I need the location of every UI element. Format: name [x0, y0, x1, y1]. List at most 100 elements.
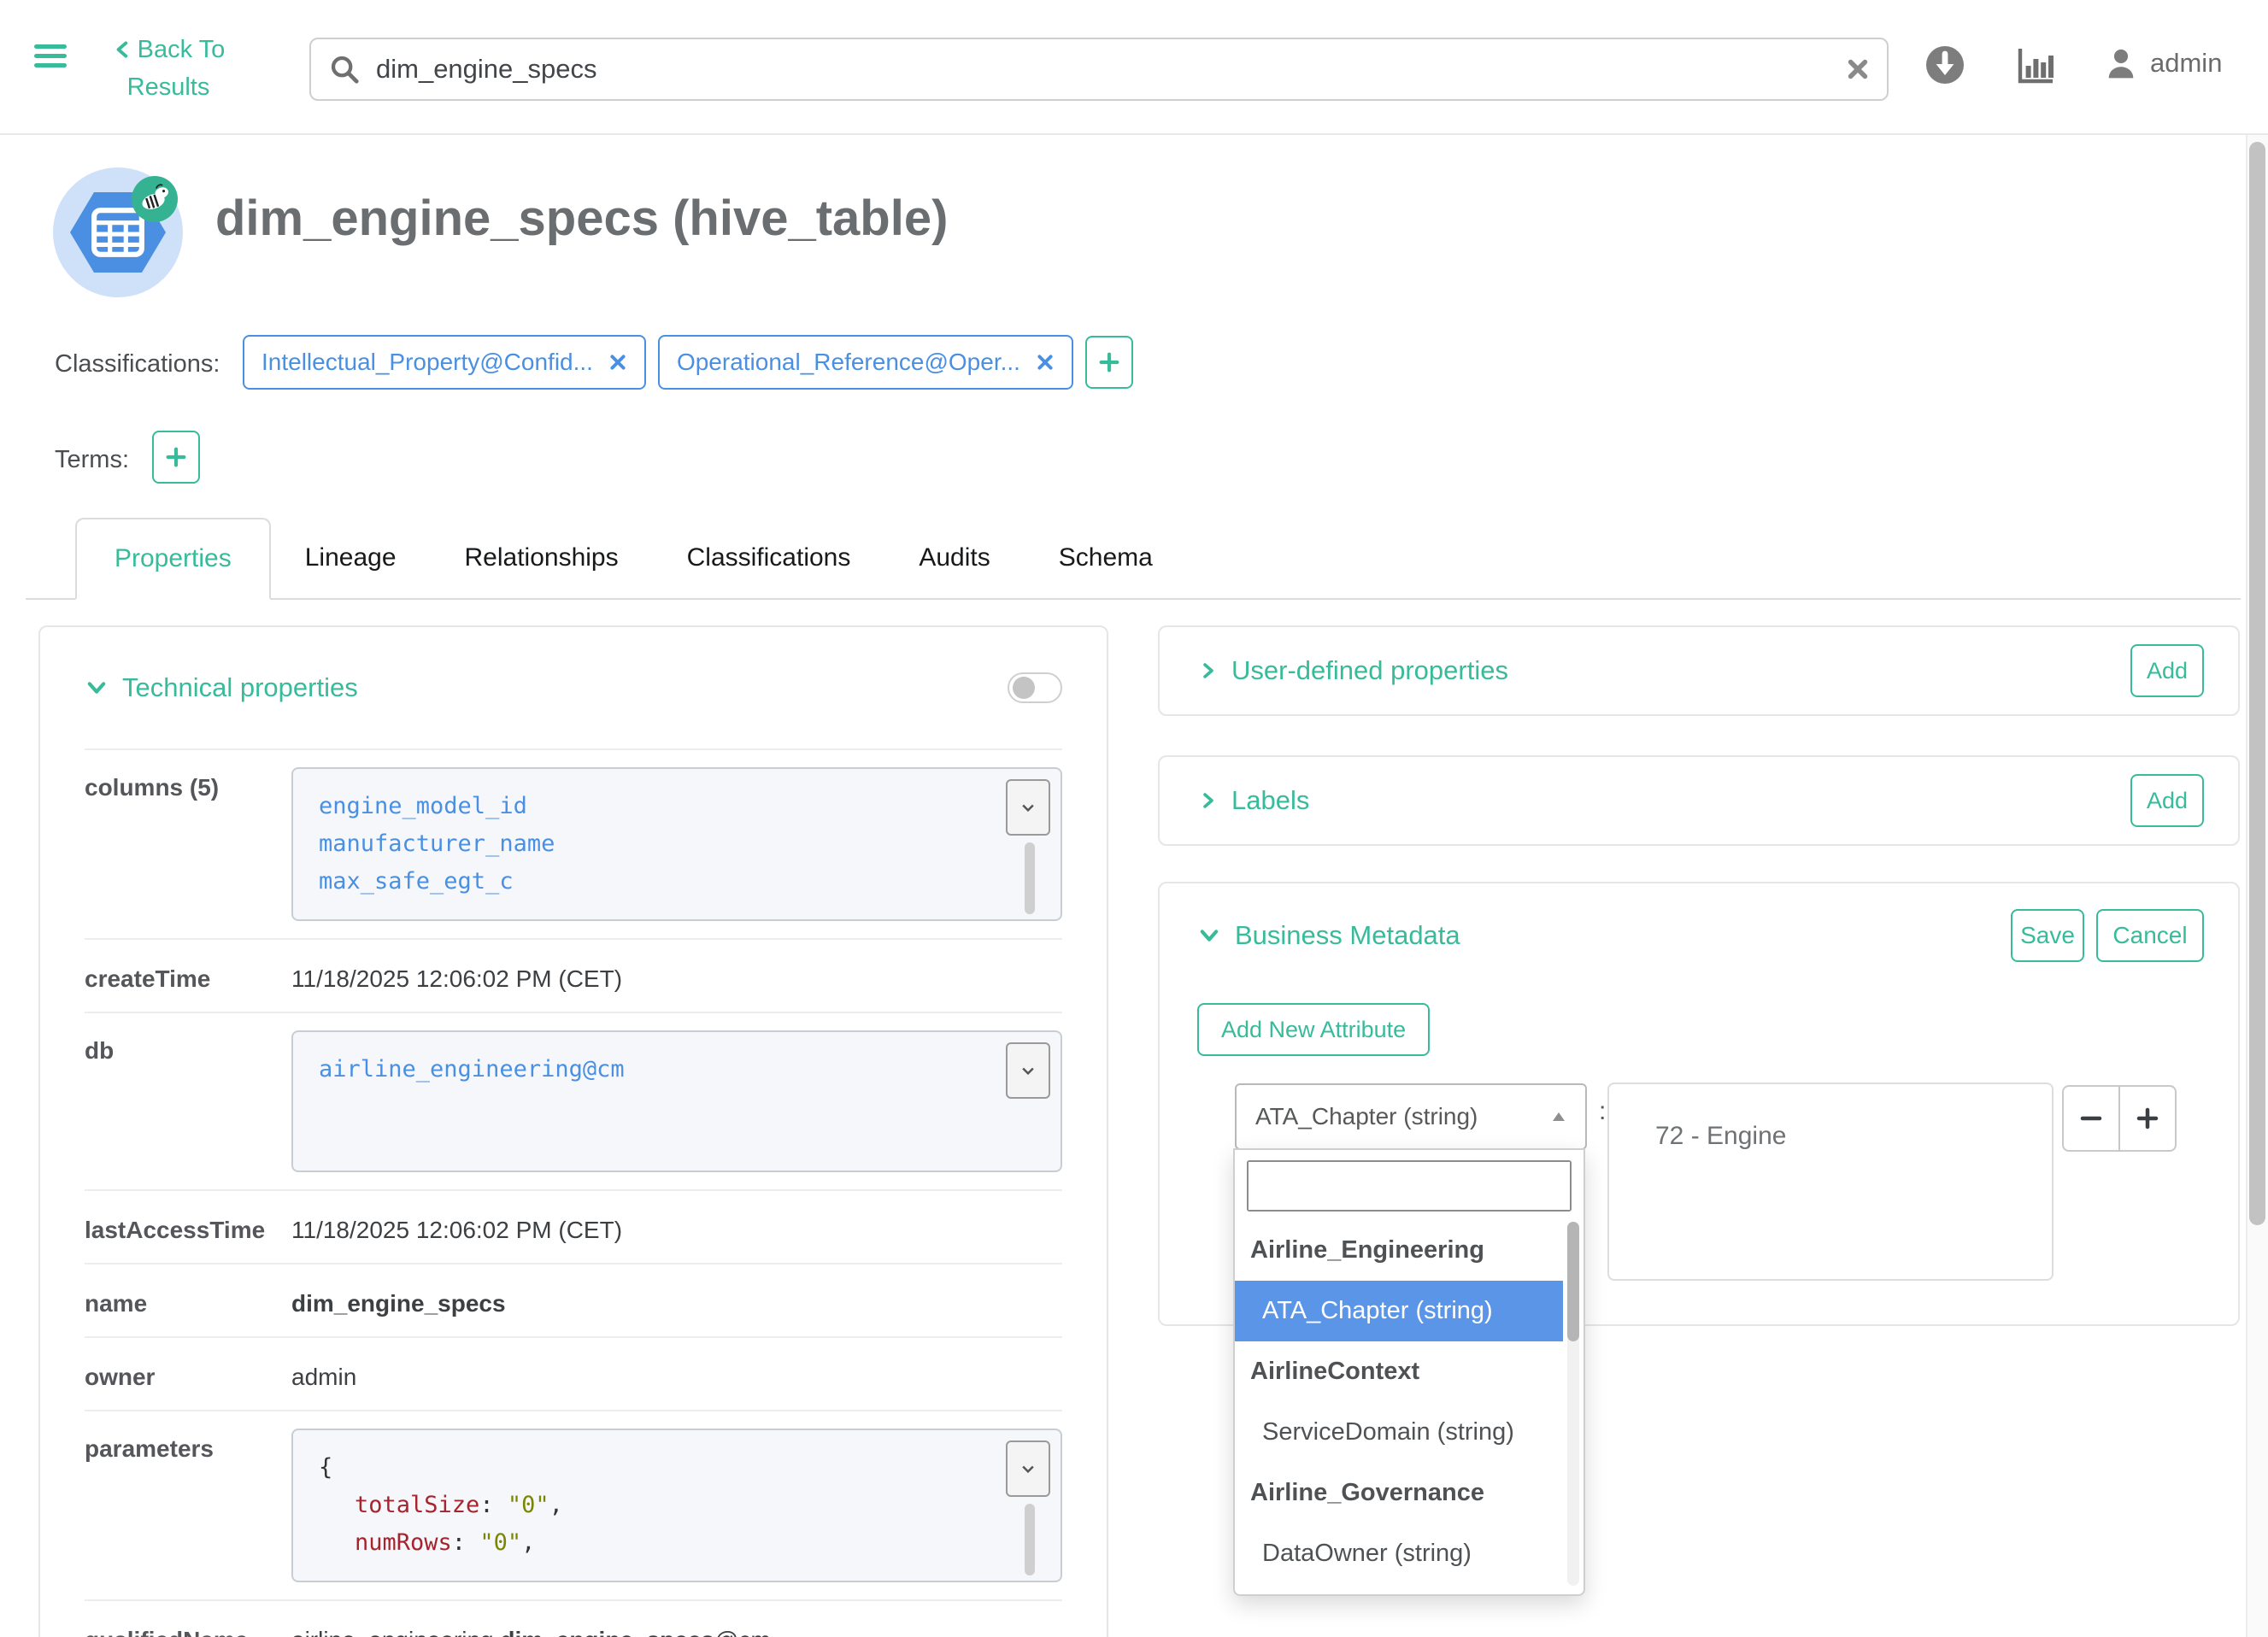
column-link[interactable]: max_safe_egt_c — [319, 863, 1035, 901]
page-title: dim_engine_specs (hive_table) — [215, 190, 948, 247]
remove-classification-icon[interactable] — [608, 353, 627, 372]
column-link[interactable]: manufacturer_name — [319, 825, 1035, 863]
page-scrollbar-thumb[interactable] — [2249, 142, 2265, 1225]
back-chevron-icon — [112, 37, 134, 62]
tab-properties[interactable]: Properties — [75, 518, 271, 600]
property-key: parameters — [85, 1429, 291, 1463]
expand-button[interactable] — [1006, 779, 1050, 836]
search-input[interactable] — [374, 53, 1846, 85]
dropdown-group-label: Airline_Engineering — [1235, 1220, 1583, 1281]
search-icon — [328, 53, 361, 85]
tab-bar: Properties Lineage Relationships Classif… — [26, 518, 2241, 600]
user-defined-properties-panel: User-defined properties Add — [1158, 625, 2240, 716]
classifications-label: Classifications: — [55, 350, 220, 378]
add-label-button[interactable]: Add — [2130, 774, 2204, 827]
back-link-line1: Back To — [138, 31, 226, 68]
dropdown-scrollbar[interactable] — [1567, 1222, 1579, 1586]
back-to-results-link[interactable]: Back To Results — [96, 31, 241, 106]
db-link[interactable]: airline_engineering@cm — [319, 1051, 1035, 1088]
top-bar: Back To Results admin — [0, 0, 2268, 135]
expand-button[interactable] — [1006, 1440, 1050, 1497]
user-menu[interactable]: admin — [2102, 44, 2222, 82]
json-open-brace: { — [319, 1449, 1035, 1487]
add-attribute-button[interactable] — [2118, 1085, 2177, 1152]
dropdown-option[interactable]: DataOwner (string) — [1235, 1523, 1583, 1584]
back-link-line2: Results — [127, 73, 210, 101]
property-key: name — [85, 1283, 291, 1317]
technical-properties-panel: Technical properties columns (5) engine_… — [38, 625, 1108, 1637]
property-value: 11/18/2025 12:06:02 PM (CET) — [291, 1210, 1062, 1244]
property-key: qualifiedName — [85, 1620, 291, 1637]
remove-classification-icon[interactable] — [1036, 353, 1055, 372]
section-title[interactable]: Labels — [1231, 785, 1309, 816]
attribute-value-box[interactable]: 72 - Engine — [1607, 1083, 2054, 1281]
attribute-dropdown: Airline_Engineering ATA_Chapter (string)… — [1233, 1148, 1585, 1596]
section-title[interactable]: Business Metadata — [1235, 920, 1460, 951]
property-key: lastAccessTime — [85, 1210, 291, 1244]
property-row-db: db airline_engineering@cm — [85, 1013, 1062, 1191]
section-title: Technical properties — [122, 672, 358, 703]
classification-tag-label: Intellectual_Property@Confid... — [261, 349, 593, 376]
show-empty-values-toggle[interactable] — [1008, 672, 1062, 703]
columns-scrollbar[interactable] — [1025, 842, 1035, 907]
search-box — [309, 38, 1889, 101]
expand-button[interactable] — [1006, 1042, 1050, 1099]
classification-tag-label: Operational_Reference@Oper... — [677, 349, 1020, 376]
dropdown-option[interactable]: ServiceDomain (string) — [1235, 1402, 1583, 1463]
dropdown-group-label: Airline_Governance — [1235, 1463, 1583, 1523]
tab-relationships[interactable]: Relationships — [431, 518, 653, 598]
property-key: columns (5) — [85, 767, 291, 801]
dropdown-option-selected[interactable]: ATA_Chapter (string) — [1235, 1281, 1563, 1341]
parameters-value-box: { totalSize: "0", numRows: "0", — [291, 1429, 1062, 1582]
technical-properties-header[interactable]: Technical properties — [85, 627, 1062, 750]
attribute-filter-input[interactable] — [1249, 1162, 1570, 1210]
add-new-attribute-button[interactable]: Add New Attribute — [1197, 1003, 1430, 1056]
classification-tag[interactable]: Operational_Reference@Oper... — [658, 335, 1073, 390]
classification-tags: Intellectual_Property@Confid... Operatio… — [243, 335, 1133, 390]
parameters-scrollbar[interactable] — [1025, 1504, 1035, 1569]
user-icon — [2102, 44, 2140, 82]
dropdown-group-label: AirlineContext — [1235, 1341, 1583, 1402]
classification-tag[interactable]: Intellectual_Property@Confid... — [243, 335, 646, 390]
tab-lineage[interactable]: Lineage — [271, 518, 431, 598]
add-term-button[interactable] — [152, 431, 200, 484]
entity-type-icon — [53, 167, 183, 297]
add-classification-button[interactable] — [1085, 336, 1133, 389]
json-line: totalSize: "0", — [319, 1487, 1035, 1524]
columns-value-box: engine_model_id manufacturer_name max_sa… — [291, 767, 1062, 921]
clear-search-icon[interactable] — [1846, 57, 1870, 81]
save-button[interactable]: Save — [2011, 909, 2084, 962]
page-scrollbar[interactable] — [2246, 135, 2268, 1637]
tab-schema[interactable]: Schema — [1025, 518, 1187, 598]
add-user-defined-property-button[interactable]: Add — [2130, 644, 2204, 697]
hive-badge-icon — [132, 176, 178, 222]
cancel-button[interactable]: Cancel — [2096, 909, 2204, 962]
json-line: numRows: "0", — [319, 1524, 1035, 1562]
download-icon[interactable] — [1924, 44, 1965, 90]
chevron-right-icon[interactable] — [1197, 659, 1218, 683]
attribute-select[interactable]: ATA_Chapter (string) — [1235, 1083, 1587, 1150]
caret-up-icon — [1551, 1111, 1566, 1123]
property-key: db — [85, 1030, 291, 1065]
username: admin — [2150, 48, 2222, 79]
property-row-lastAccessTime: lastAccessTime 11/18/2025 12:06:02 PM (C… — [85, 1191, 1062, 1264]
section-title[interactable]: User-defined properties — [1231, 655, 1508, 686]
property-row-qualifiedName: qualifiedName airline_engineering.dim_en… — [85, 1601, 1062, 1637]
terms-label: Terms: — [55, 446, 129, 474]
statistics-icon[interactable] — [2013, 44, 2056, 90]
chevron-down-icon[interactable] — [1197, 924, 1221, 948]
property-row-owner: owner admin — [85, 1338, 1062, 1411]
chevron-right-icon[interactable] — [1197, 789, 1218, 813]
tab-audits[interactable]: Audits — [884, 518, 1024, 598]
property-value: 11/18/2025 12:06:02 PM (CET) — [291, 959, 1062, 993]
hamburger-menu-icon[interactable] — [34, 44, 67, 67]
remove-attribute-button[interactable] — [2062, 1085, 2120, 1152]
property-row-parameters: parameters { totalSize: "0", numRows: "0… — [85, 1411, 1062, 1601]
property-key: createTime — [85, 959, 291, 993]
labels-panel: Labels Add — [1158, 755, 2240, 846]
property-value: dim_engine_specs — [291, 1283, 1062, 1317]
column-link[interactable]: engine_model_id — [319, 788, 1035, 825]
tab-classifications[interactable]: Classifications — [653, 518, 885, 598]
db-value-box: airline_engineering@cm — [291, 1030, 1062, 1172]
property-key: owner — [85, 1357, 291, 1391]
